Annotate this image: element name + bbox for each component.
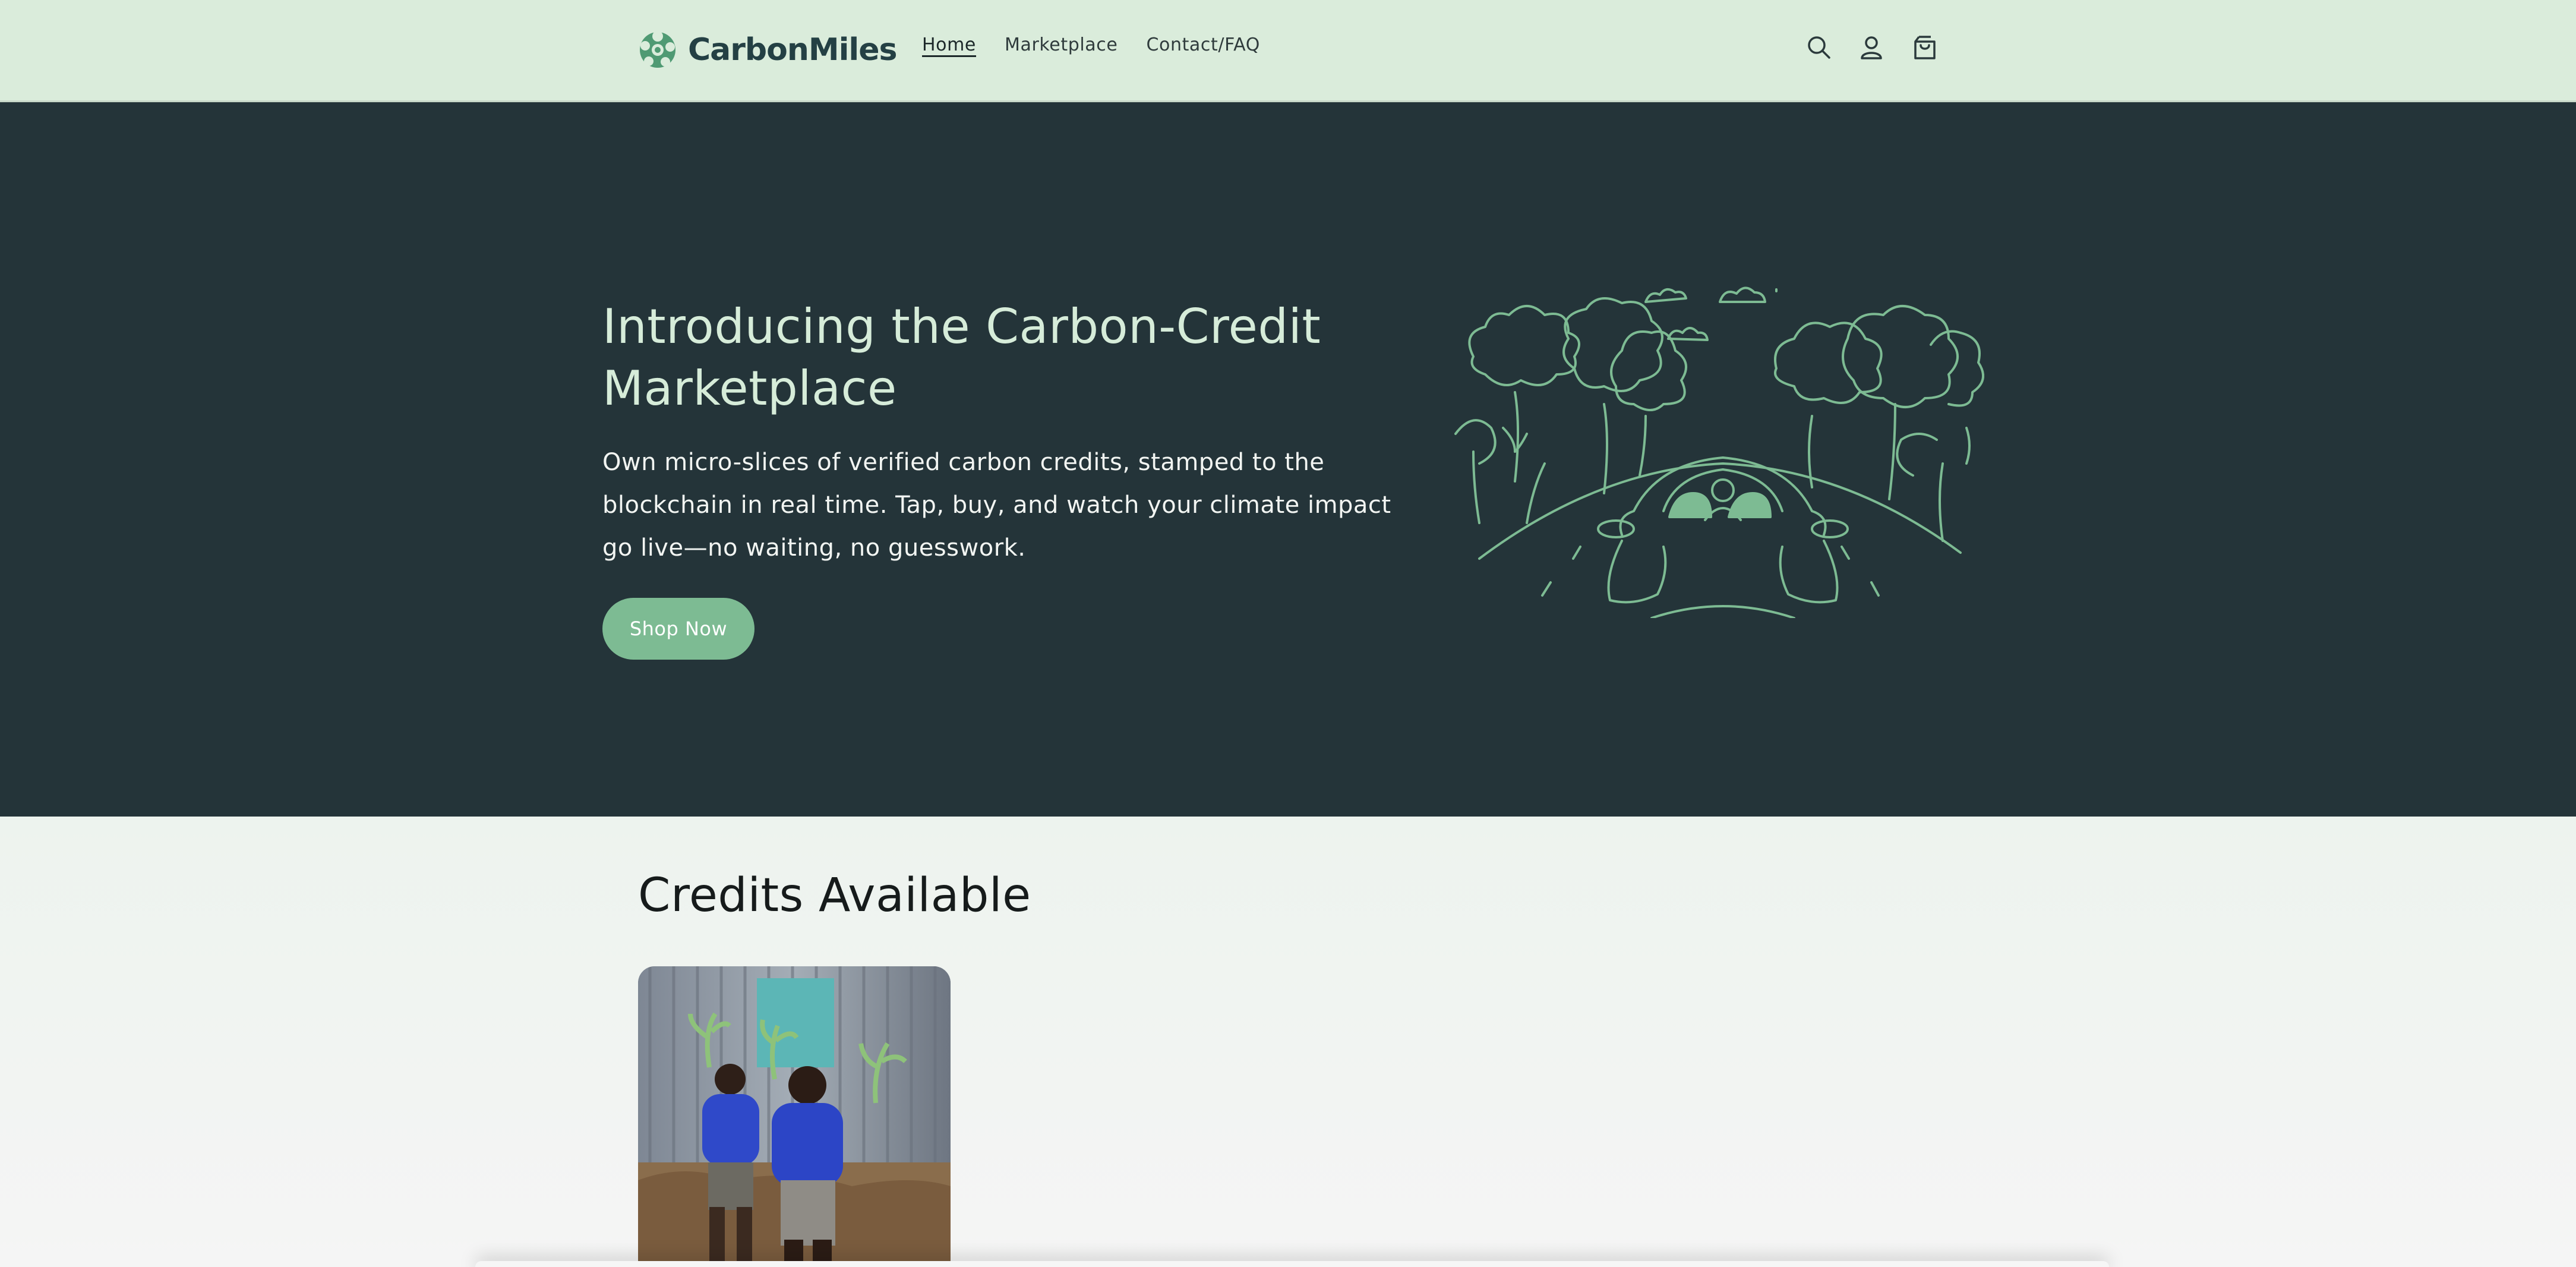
- nav-marketplace[interactable]: Marketplace: [1005, 34, 1117, 55]
- nav-contact-faq[interactable]: Contact/FAQ: [1146, 34, 1260, 55]
- nav-home[interactable]: Home: [922, 34, 976, 55]
- cart-icon[interactable]: [1908, 31, 1942, 64]
- credits-section: Credits Available: [0, 817, 2576, 1267]
- credit-photo: [638, 966, 951, 1267]
- credits-title: Credits Available: [638, 869, 1031, 922]
- brand-name: CarbonMiles: [688, 32, 897, 68]
- bottom-panel-edge: [475, 1261, 2109, 1267]
- hero-subtitle: Own micro-slices of verified carbon cred…: [602, 449, 1391, 562]
- account-icon[interactable]: [1855, 31, 1888, 64]
- hero-section: Introducing the Carbon-Credit Marketplac…: [0, 102, 2576, 817]
- logo[interactable]: CarbonMiles: [637, 26, 897, 74]
- main-nav: Home Marketplace Contact/FAQ: [922, 34, 1289, 55]
- hero-title: Introducing the Carbon-Credit Marketplac…: [602, 299, 1321, 416]
- shop-now-button[interactable]: Shop Now: [602, 598, 755, 660]
- car-road-trees-illustration: [1454, 286, 1984, 618]
- site-header: CarbonMiles Home Marketplace Contact/FAQ: [0, 0, 2576, 102]
- search-icon[interactable]: [1802, 31, 1836, 64]
- credit-card-image[interactable]: [638, 966, 951, 1267]
- logo-icon: [640, 31, 675, 68]
